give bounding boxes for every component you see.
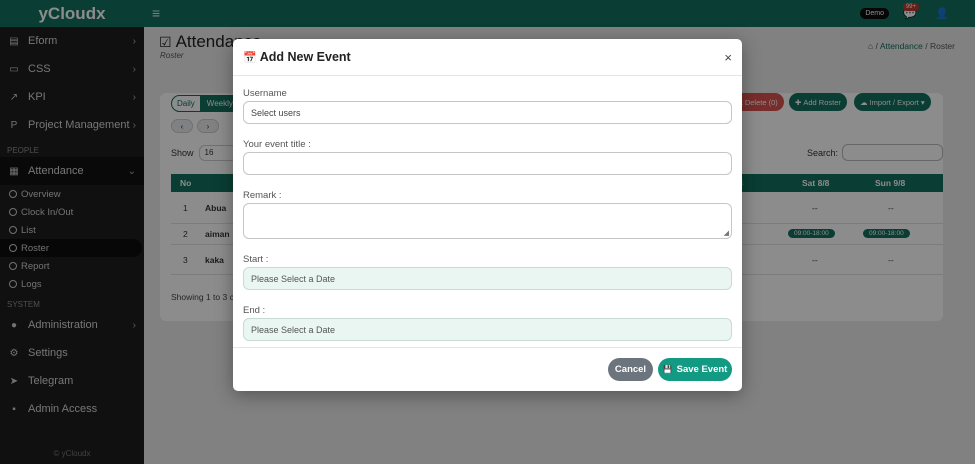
username-label: Username <box>243 87 287 99</box>
end-label: End : <box>243 304 266 316</box>
username-select[interactable]: Select users <box>243 101 732 124</box>
cancel-button[interactable]: Cancel <box>608 358 653 381</box>
resize-handle-icon[interactable]: ◢ <box>724 229 729 237</box>
close-icon[interactable]: × <box>724 50 732 65</box>
modal-footer: Cancel 💾 Save Event <box>233 347 742 391</box>
end-date-input[interactable]: Please Select a Date <box>243 318 732 341</box>
remark-textarea[interactable]: ◢ <box>243 203 732 239</box>
add-event-modal: 📅 Add New Event × Username Select users … <box>233 39 742 391</box>
start-date-input[interactable]: Please Select a Date <box>243 267 732 290</box>
calendar-plus-icon: 📅 <box>243 51 257 64</box>
modal-title-text: Add New Event <box>259 50 351 64</box>
modal-header: 📅 Add New Event × <box>233 39 742 76</box>
save-event-button[interactable]: 💾 Save Event <box>658 358 732 381</box>
save-event-label: Save Event <box>676 364 728 375</box>
save-icon: 💾 <box>662 365 673 374</box>
modal-title: 📅 Add New Event <box>243 50 351 64</box>
remark-label: Remark : <box>243 189 282 201</box>
modal-body: Username Select users Your event title :… <box>233 76 742 341</box>
event-title-label: Your event title : <box>243 138 311 150</box>
event-title-input[interactable] <box>243 152 732 175</box>
start-label: Start : <box>243 253 269 265</box>
